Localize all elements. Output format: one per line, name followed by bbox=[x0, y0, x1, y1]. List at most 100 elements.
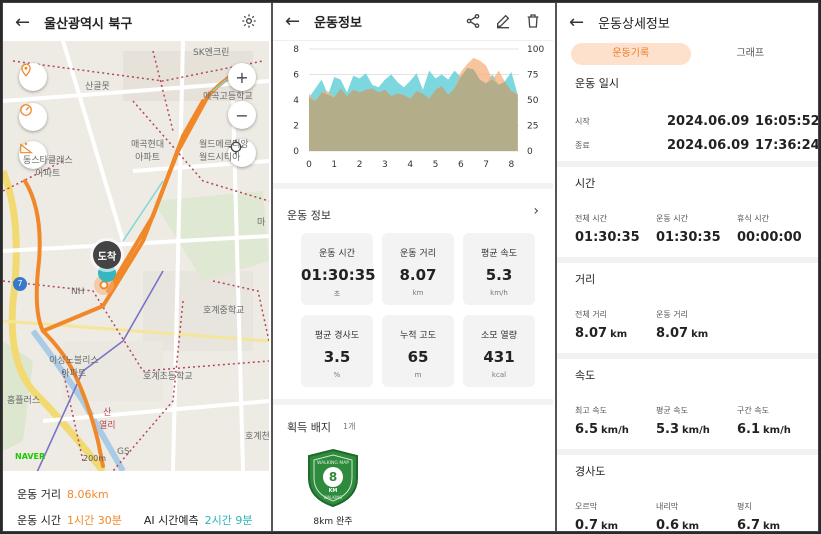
start-label: 시작 bbox=[575, 116, 590, 126]
badge-caption: 8km 완주 bbox=[313, 517, 353, 527]
y-right-tick-label: 25 bbox=[527, 122, 538, 132]
tab-workout-record[interactable]: 운동기록 bbox=[571, 43, 691, 65]
start-row: 시작 2024.06.09 16:05:52 bbox=[557, 109, 819, 133]
speed-cell-value: 6.5 km/h bbox=[575, 422, 656, 437]
stat-value: 65 bbox=[407, 348, 429, 366]
zoom-in-button[interactable]: + bbox=[228, 63, 256, 91]
section-divider bbox=[557, 161, 818, 167]
map-label-maegok-apt: 매곡현대 아파트 bbox=[131, 140, 165, 163]
workout-header: ← 운동정보 bbox=[273, 3, 553, 41]
chevron-right-icon[interactable]: › bbox=[533, 203, 539, 219]
distance-label: 운동 거리 bbox=[17, 488, 61, 501]
y-right-tick-label: 75 bbox=[527, 71, 538, 81]
x-tick-label: 4 bbox=[407, 160, 413, 170]
y-left-tick-label: 6 bbox=[293, 71, 299, 81]
x-tick-label: 7 bbox=[483, 160, 489, 170]
end-time: 17:36:24 bbox=[755, 137, 819, 153]
tab-graph[interactable]: 그래프 bbox=[691, 43, 811, 65]
route-map[interactable]: + − SK엔크린 산골못 매곡고등학교 매곡현대 아파트 월드메르디앙 월드시… bbox=[3, 41, 269, 471]
speed-value-number: 5.3 bbox=[656, 422, 680, 437]
speed-elevation-chart: 0 1 2 3 4 5 6 7 8 8 6 4 2 0 100 75 50 25 0 bbox=[293, 45, 544, 170]
slope-value-number: 0.7 bbox=[575, 518, 599, 532]
detail-tabs: 운동기록 그래프 bbox=[571, 43, 810, 65]
distance-value-number: 8.07 bbox=[656, 326, 689, 341]
share-icon[interactable] bbox=[465, 13, 481, 29]
time-value: 1시간 30분 bbox=[66, 514, 122, 527]
slope-grid: 오르막 0.7 km 내리막 0.6 km 평지 6.7 km bbox=[557, 501, 818, 532]
workout-info-title: 운동 정보 bbox=[287, 209, 331, 222]
map-screen: ← 울산광역시 북구 + − SK엔크린 산골못 매곡고등학교 매곡현대 아파트… bbox=[3, 3, 269, 531]
distance-cell-value: 8.07 km bbox=[575, 326, 656, 341]
time-value-number: 01:30:35 bbox=[656, 230, 721, 245]
trash-icon[interactable] bbox=[525, 13, 541, 29]
y-left-tick-label: 8 bbox=[293, 45, 299, 55]
speed-title: 속도 bbox=[575, 369, 596, 382]
time-title: 시간 bbox=[575, 177, 596, 190]
speed-cell: 최고 속도 6.5 km/h bbox=[575, 405, 656, 437]
speed-cell-value: 6.1 km/h bbox=[737, 422, 818, 437]
workout-info-screen: ← 운동정보 0 1 2 3 4 5 6 7 8 8 6 4 2 0 100 75 50 25 0 운동 정보 › … bbox=[271, 3, 553, 531]
distance-cell-label: 운동 거리 bbox=[656, 310, 688, 319]
y-right-tick-label: 0 bbox=[527, 147, 533, 157]
section-divider bbox=[557, 257, 818, 263]
distance-title: 거리 bbox=[575, 273, 596, 286]
speed-value-unit: km/h bbox=[682, 425, 710, 436]
stat-card: 누적 고도 65 m bbox=[382, 315, 454, 387]
speed-cell-value: 5.3 km/h bbox=[656, 422, 737, 437]
compass-button[interactable] bbox=[19, 103, 47, 131]
x-tick-label: 5 bbox=[433, 160, 439, 170]
slope-cell-label: 평지 bbox=[737, 502, 752, 511]
slope-cell: 오르막 0.7 km bbox=[575, 501, 656, 532]
ai-time-label: AI 시간예측 bbox=[143, 514, 199, 527]
road-number-badge: 7 bbox=[13, 277, 27, 291]
end-date: 2024.06.09 bbox=[667, 137, 750, 153]
slope-cell: 평지 6.7 km bbox=[737, 501, 818, 531]
distance-row: 운동 거리 8.06km bbox=[17, 481, 259, 507]
section-divider bbox=[273, 183, 553, 189]
distance-value-number: 8.07 bbox=[575, 326, 608, 341]
distance-cell-label: 전체 거리 bbox=[575, 310, 607, 319]
distance-value-unit: km bbox=[610, 329, 628, 340]
slope-title: 경사도 bbox=[575, 465, 606, 478]
badge-8km[interactable]: WALKING MAP 8 KM WALKING bbox=[303, 448, 363, 508]
location-pin-icon bbox=[21, 63, 31, 77]
time-cell: 전체 시간 01:30:35 bbox=[575, 213, 656, 245]
shield-badge-icon: WALKING MAP 8 KM WALKING bbox=[308, 448, 358, 508]
distance-section: 거리 전체 거리 8.07 km 운동 거리 8.07 km bbox=[557, 271, 818, 341]
time-cell-value: 01:30:35 bbox=[656, 230, 737, 245]
time-cell-label: 전체 시간 bbox=[575, 214, 607, 223]
map-label-hogye-mid: 호계중학교 bbox=[203, 306, 245, 316]
distance-grid: 전체 거리 8.07 km 운동 거리 8.07 km bbox=[557, 309, 818, 341]
datetime-title: 운동 일시 bbox=[575, 77, 619, 90]
zoom-out-button[interactable]: − bbox=[228, 101, 256, 129]
end-label: 종료 bbox=[575, 140, 590, 150]
time-cell-label: 휴식 시간 bbox=[737, 214, 769, 223]
start-time: 16:05:52 bbox=[755, 113, 819, 129]
map-label-maegok-high: 매곡고등학교 bbox=[203, 92, 253, 102]
distance-cell-value: 8.07 km bbox=[656, 326, 737, 341]
slope-value-number: 0.6 bbox=[656, 518, 680, 532]
speed-cell-label: 평균 속도 bbox=[656, 406, 688, 415]
y-left-tick-label: 2 bbox=[293, 122, 299, 132]
speed-cell: 구간 속도 6.1 km/h bbox=[737, 405, 818, 437]
gear-icon[interactable] bbox=[241, 13, 257, 29]
speed-cell-label: 최고 속도 bbox=[575, 406, 607, 415]
stat-value: 8.07 bbox=[399, 266, 437, 284]
arrow-left-icon[interactable]: ← bbox=[285, 11, 300, 32]
x-tick-label: 2 bbox=[357, 160, 363, 170]
slope-value-unit: km bbox=[601, 521, 619, 532]
slope-cell-value: 0.7 km bbox=[575, 518, 656, 532]
time-value-number: 01:30:35 bbox=[575, 230, 640, 245]
speed-grid: 최고 속도 6.5 km/h 평균 속도 5.3 km/h 구간 속도 6.1 km/h bbox=[557, 405, 818, 437]
map-label-sangolmot: 산골못 bbox=[85, 82, 110, 92]
arrow-left-icon[interactable]: ← bbox=[569, 12, 584, 33]
stat-card: 소모 열량 431 kcal bbox=[463, 315, 535, 387]
location-pin-button[interactable] bbox=[19, 63, 47, 91]
slope-value-unit: km bbox=[682, 521, 700, 532]
slope-cell-value: 0.6 km bbox=[656, 518, 737, 532]
edit-icon[interactable] bbox=[495, 13, 511, 29]
arrow-left-icon[interactable]: ← bbox=[15, 12, 30, 33]
screenshot-frame: ← 울산광역시 북구 + − SK엔크린 산골못 매곡고등학교 매곡현대 아파트… bbox=[2, 2, 819, 532]
destination-marker[interactable]: 도착 bbox=[93, 241, 121, 269]
distance-value: 8.06km bbox=[66, 487, 109, 501]
